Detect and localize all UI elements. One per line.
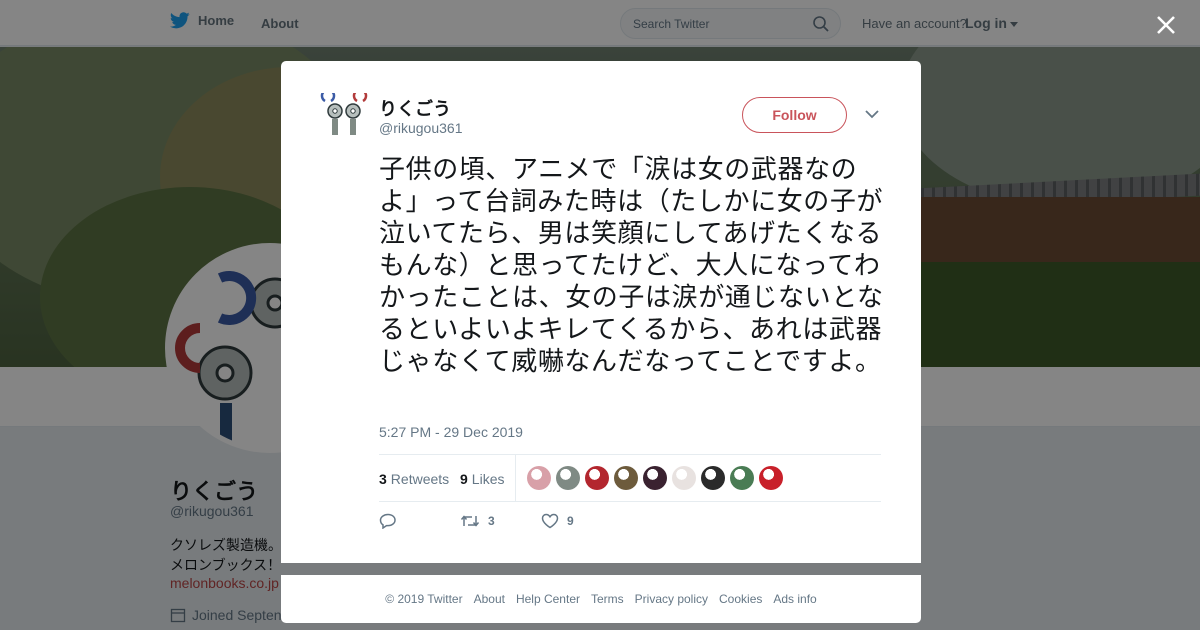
footer-link[interactable]: Privacy policy xyxy=(635,592,708,606)
tweet-permalink-modal: りくごう @rikugou361 Follow 子供の頃、アニメで「涙は女の武器… xyxy=(281,61,921,563)
liker-avatar[interactable] xyxy=(701,466,725,490)
chevron-down-icon[interactable] xyxy=(865,109,879,119)
retweets-stat[interactable]: 3 Retweets xyxy=(379,471,449,487)
retweet-icon xyxy=(460,515,480,527)
tweet-author-name[interactable]: りくごう xyxy=(379,95,451,121)
modal-footer: © 2019 Twitter About Help Center Terms Priva… xyxy=(281,575,921,623)
heart-icon xyxy=(541,513,559,529)
tweet-timestamp[interactable]: 5:27 PM - 29 Dec 2019 xyxy=(379,424,523,440)
tweet-author-handle[interactable]: @rikugou361 xyxy=(379,120,463,136)
liker-avatar[interactable] xyxy=(730,466,754,490)
tweet-stats: 3 Retweets 9 Likes xyxy=(379,454,881,502)
liker-avatar[interactable] xyxy=(614,466,638,490)
liker-avatar[interactable] xyxy=(759,466,783,490)
footer-link[interactable]: About xyxy=(474,592,505,606)
liker-avatar[interactable] xyxy=(556,466,580,490)
like-button[interactable]: 9 xyxy=(541,513,574,529)
liker-avatars xyxy=(527,466,783,490)
liker-avatar[interactable] xyxy=(585,466,609,490)
like-count: 9 xyxy=(567,514,574,528)
tweet-actions: 3 9 xyxy=(379,513,679,535)
liker-avatar[interactable] xyxy=(672,466,696,490)
close-icon[interactable] xyxy=(1153,12,1179,38)
footer-link[interactable]: Ads info xyxy=(773,592,816,606)
retweet-count: 3 xyxy=(488,514,495,528)
liker-avatar[interactable] xyxy=(643,466,667,490)
follow-button[interactable]: Follow xyxy=(742,97,847,133)
footer-links: © 2019 Twitter About Help Center Terms Priva… xyxy=(281,592,921,606)
retweets-count: 3 xyxy=(379,471,387,487)
footer-link[interactable]: Terms xyxy=(591,592,624,606)
footer-link[interactable]: © 2019 Twitter xyxy=(385,592,462,606)
retweet-button[interactable]: 3 xyxy=(460,513,495,529)
footer-link[interactable]: Cookies xyxy=(719,592,762,606)
liker-avatar[interactable] xyxy=(527,466,551,490)
footer-link[interactable]: Help Center xyxy=(516,592,580,606)
reply-button[interactable] xyxy=(379,513,397,529)
likes-stat[interactable]: 9 Likes xyxy=(460,471,504,487)
stats-divider xyxy=(515,455,516,501)
retweets-label: Retweets xyxy=(390,471,450,487)
likes-count: 9 xyxy=(460,471,468,487)
reply-icon xyxy=(379,513,396,529)
tweet-author-avatar[interactable] xyxy=(320,88,368,141)
likes-label: Likes xyxy=(471,471,505,487)
robot-avatar-icon xyxy=(320,88,368,135)
tweet-text: 子供の頃、アニメで「涙は女の武器なのよ」って台詞みた時は（たしかに女の子が泣いて… xyxy=(379,155,884,377)
